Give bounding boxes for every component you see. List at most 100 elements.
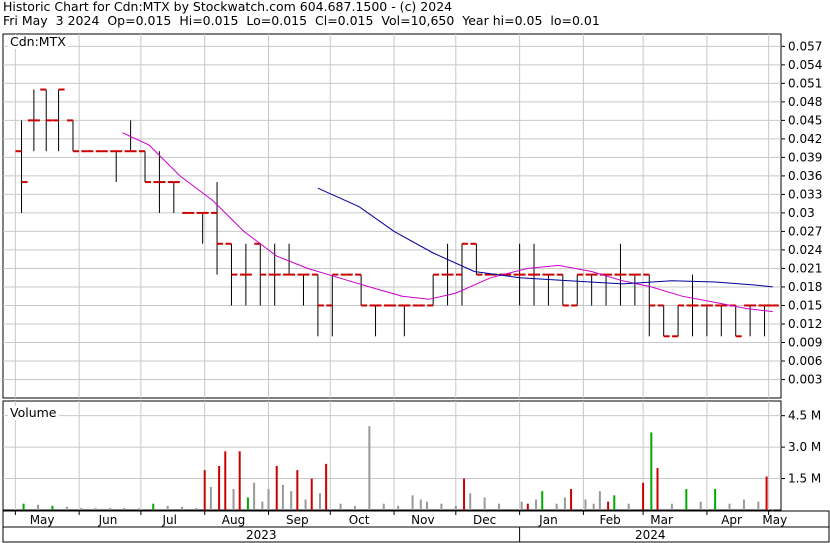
volume-bar — [80, 507, 83, 510]
volume-bar — [419, 499, 422, 510]
volume-bar — [65, 506, 68, 510]
x-tick-label: Oct — [349, 513, 370, 527]
volume-bar — [411, 495, 414, 510]
y-tick-label: 0.006 — [788, 354, 822, 368]
volume-bar — [310, 478, 313, 510]
volume-bar — [685, 489, 688, 510]
y-tick-label: 0.039 — [788, 150, 822, 164]
volume-bar — [535, 499, 538, 510]
volume-bar — [483, 497, 486, 510]
volume-bar — [36, 504, 39, 510]
volume-bar — [339, 503, 342, 510]
volume-bar — [563, 497, 566, 510]
chart-svg: May Jun Jul Aug Sep Oct Nov Dec Jan Feb Mar Apr May 2… — [2, 33, 830, 543]
volume-bar — [765, 476, 768, 510]
volume-bar — [463, 478, 466, 510]
volume-bar — [397, 505, 400, 510]
y-tick-label: 0.054 — [788, 58, 822, 72]
volume-bar — [642, 482, 645, 510]
volume-bar — [425, 501, 428, 510]
x-tick-label: Nov — [411, 513, 434, 527]
volume-bar — [670, 503, 673, 510]
volume-bar — [209, 486, 212, 510]
volume-bar — [607, 501, 610, 510]
volume-bar — [656, 468, 659, 510]
volume-bar — [742, 499, 745, 510]
y-tick-label: 0.021 — [788, 261, 822, 275]
volume-bar — [325, 463, 328, 510]
year-label: 2024 — [635, 528, 666, 542]
x-tick-label: May — [30, 513, 55, 527]
volume-bar — [152, 503, 155, 510]
volume-bar — [650, 432, 653, 510]
volume-bar — [181, 506, 184, 510]
volume-bar — [520, 501, 523, 510]
y-tick-label: 0.03 — [788, 206, 815, 220]
vol-y-tick-label: 3.0 M — [788, 440, 821, 454]
x-tick-label: Mar — [650, 513, 673, 527]
volume-panel-frame — [2, 400, 782, 511]
volume-bar — [304, 499, 307, 510]
y-tick-label: 0.024 — [788, 243, 822, 257]
y-tick-label: 0.045 — [788, 113, 822, 127]
year-label: 2023 — [246, 528, 277, 542]
volume-bar — [218, 465, 221, 510]
volume-bar — [195, 507, 198, 510]
volume-bar — [203, 470, 206, 510]
volume-bar — [598, 491, 601, 510]
volume-bar — [318, 493, 321, 510]
volume-bar — [224, 451, 227, 510]
y-tick-label: 0.003 — [788, 372, 822, 386]
x-tick-label: Sep — [286, 513, 309, 527]
volume-bar — [368, 426, 371, 510]
volume-bar — [627, 503, 630, 510]
x-tick-label: Jul — [161, 513, 176, 527]
volume-bar — [22, 503, 25, 510]
volume-bar — [290, 491, 293, 510]
volume-bar — [699, 501, 702, 510]
price-panel-label: Cdn:MTX — [8, 34, 68, 49]
volume-bar — [613, 495, 616, 510]
y-tick-label: 0.036 — [788, 169, 822, 183]
y-tick-label: 0.012 — [788, 317, 822, 331]
x-tick-label: Aug — [222, 513, 245, 527]
volume-bar — [296, 470, 299, 510]
y-tick-label: 0.048 — [788, 95, 822, 109]
volume-panel-label: Volume — [8, 405, 59, 420]
volume-bar — [526, 503, 529, 510]
volume-bar — [469, 493, 472, 510]
volume-bar — [94, 507, 97, 510]
stock-chart: Historic Chart for Cdn:MTX by Stockwatch… — [0, 0, 830, 543]
volume-bar — [498, 503, 501, 510]
volume-bar — [757, 501, 760, 510]
y-tick-label: 0.033 — [788, 187, 822, 201]
x-tick-label: Jun — [98, 513, 118, 527]
y-tick-label: 0.009 — [788, 335, 822, 349]
volume-bar — [570, 489, 573, 510]
volume-bar — [275, 465, 278, 510]
volume-bar — [246, 497, 249, 510]
volume-bar — [267, 489, 270, 510]
volume-bar — [555, 503, 558, 510]
volume-bar — [123, 507, 126, 510]
volume-bar — [238, 451, 241, 510]
volume-bar — [584, 499, 587, 510]
y-tick-label: 0.018 — [788, 280, 822, 294]
volume-bar — [454, 505, 457, 510]
volume-bar — [109, 507, 112, 510]
volume-bar — [541, 491, 544, 510]
volume-bar — [353, 505, 356, 510]
y-tick-label: 0.051 — [788, 76, 822, 90]
vol-y-tick-label: 1.5 M — [788, 472, 821, 486]
volume-bar — [51, 505, 54, 510]
volume-bar — [440, 503, 443, 510]
price-panel-frame — [2, 33, 782, 399]
y-tick-label: 0.057 — [788, 39, 822, 53]
volume-bar — [771, 509, 774, 511]
x-tick-label: Apr — [721, 513, 742, 527]
volume-bar — [281, 484, 284, 510]
vol-y-tick-label: 4.5 M — [788, 409, 821, 423]
volume-bar — [232, 489, 235, 510]
y-tick-label: 0.027 — [788, 224, 822, 238]
volume-bar — [382, 503, 385, 510]
